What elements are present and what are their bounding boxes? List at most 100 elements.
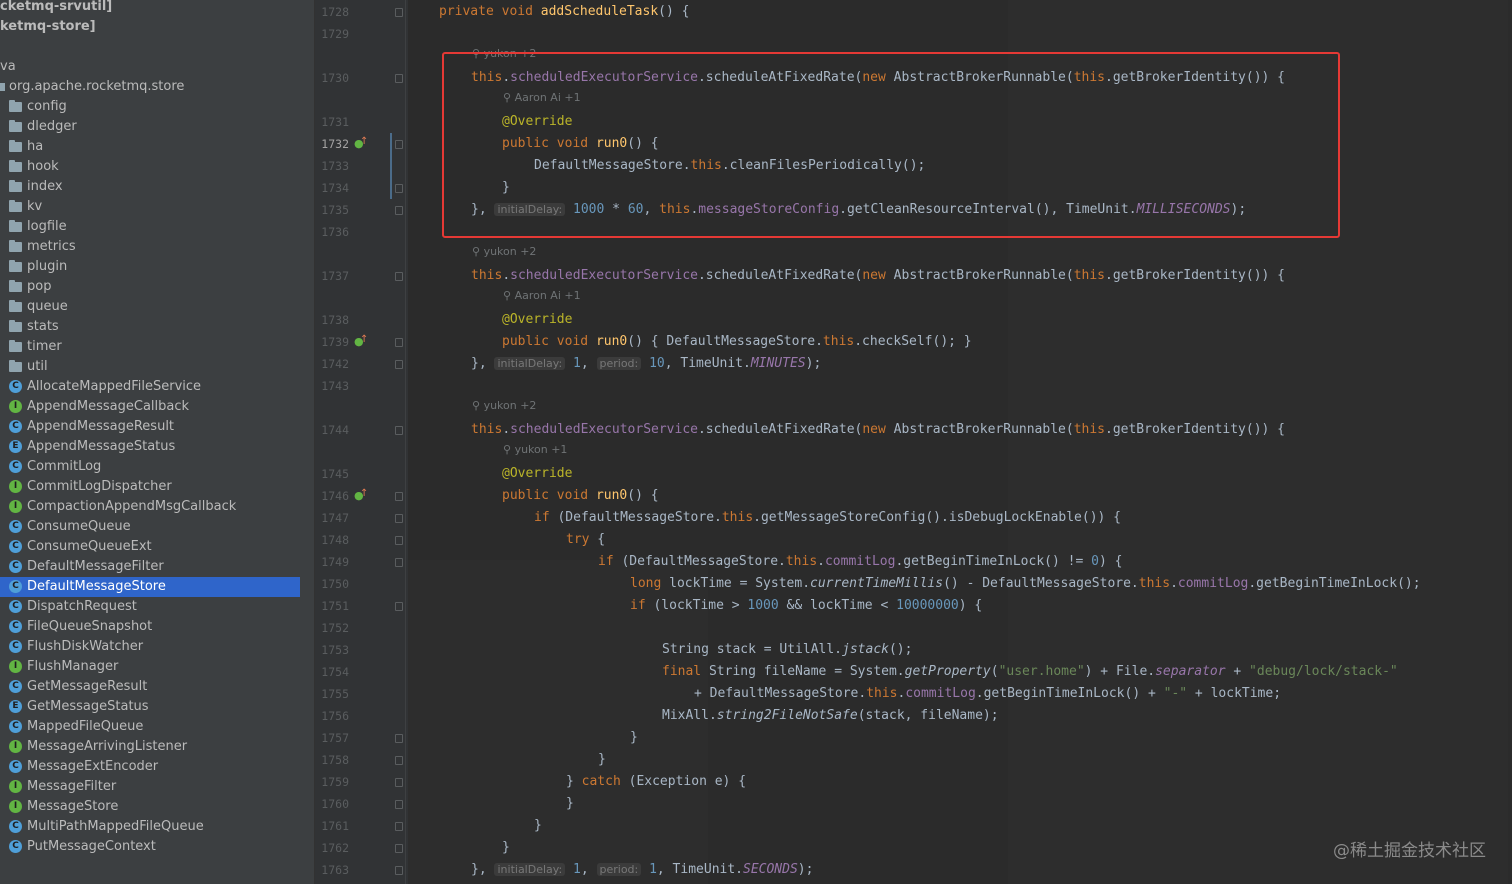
tree-item-label: plugin <box>27 259 68 274</box>
fold-marker-icon[interactable] <box>395 8 403 17</box>
blame-annotation[interactable]: ⚲ Aaron Ai +1 <box>503 287 581 305</box>
line-number: 1763 <box>321 863 349 877</box>
blame-annotation[interactable]: ⚲ yukon +2 <box>472 397 536 415</box>
code-line[interactable]: this.scheduledExecutorService.scheduleAt… <box>471 265 1285 287</box>
fold-marker-icon[interactable] <box>395 756 403 765</box>
fold-marker-icon[interactable] <box>395 602 403 611</box>
class-icon: C <box>9 560 22 573</box>
line-number: 1731 <box>321 115 349 129</box>
tree-item-class-selected[interactable]: C DefaultMessageStore <box>0 577 300 597</box>
line-number: 1754 <box>321 665 349 679</box>
tree-item-label: ConsumeQueueExt <box>27 539 152 554</box>
code-line[interactable]: } <box>534 815 542 837</box>
fold-marker-icon[interactable] <box>395 360 403 369</box>
override-method-icon[interactable]: ● <box>354 136 368 150</box>
fold-marker-icon[interactable] <box>395 536 403 545</box>
interface-icon: I <box>9 800 22 813</box>
tree-item-label: CommitLog <box>27 459 102 474</box>
interface-icon: I <box>9 660 22 673</box>
fold-marker-icon[interactable] <box>395 426 403 435</box>
code-line[interactable]: if (lockTime > 1000 && lockTime < 100000… <box>630 595 982 617</box>
fold-marker-icon[interactable] <box>395 74 403 83</box>
override-method-icon[interactable]: ● <box>354 488 368 502</box>
blame-annotation[interactable]: ⚲ yukon +2 <box>472 243 536 261</box>
class-icon: C <box>9 840 22 853</box>
code-line[interactable]: public void run0() { DefaultMessageStore… <box>502 331 972 353</box>
code-line[interactable]: if (DefaultMessageStore.this.getMessageS… <box>534 507 1121 529</box>
line-number: 1742 <box>321 357 349 371</box>
folder-icon <box>9 340 22 352</box>
line-number: 1738 <box>321 313 349 327</box>
fold-marker-icon[interactable] <box>395 272 403 281</box>
fold-marker-icon[interactable] <box>395 800 403 809</box>
tree-item-label: DefaultMessageFilter <box>27 559 164 574</box>
vcs-change-marker[interactable] <box>390 133 392 199</box>
line-number: 1735 <box>321 203 349 217</box>
code-line[interactable]: } <box>630 727 638 749</box>
fold-marker-icon[interactable] <box>395 734 403 743</box>
tree-item-label: va <box>0 59 16 74</box>
interface-icon: I <box>9 780 22 793</box>
tree-item-label: DispatchRequest <box>27 599 137 614</box>
folder-icon <box>9 260 22 272</box>
code-line[interactable]: long lockTime = System.currentTimeMillis… <box>630 573 1421 595</box>
line-number: 1755 <box>321 687 349 701</box>
line-number: 1749 <box>321 555 349 569</box>
code-line[interactable]: @Override <box>502 463 572 485</box>
line-number: 1761 <box>321 819 349 833</box>
code-line[interactable]: public void run0() { <box>502 485 659 507</box>
class-icon: C <box>9 420 22 433</box>
folder-icon <box>9 240 22 252</box>
code-line[interactable]: try { <box>566 529 605 551</box>
code-line[interactable]: } catch (Exception e) { <box>566 771 746 793</box>
tree-item-label: AllocateMappedFileService <box>27 379 202 394</box>
code-line[interactable]: if (DefaultMessageStore.this.commitLog.g… <box>598 551 1122 573</box>
class-icon: C <box>9 520 22 533</box>
code-line[interactable]: private void addScheduleTask() { <box>439 1 689 23</box>
tree-item-label: FileQueueSnapshot <box>27 619 153 634</box>
highlight-box <box>442 52 1340 238</box>
code-line[interactable]: + DefaultMessageStore.this.commitLog.get… <box>694 683 1281 705</box>
code-line[interactable]: }, initialDelay: 1, period: 10, TimeUnit… <box>471 353 821 375</box>
fold-marker-icon[interactable] <box>395 844 403 853</box>
tree-item-label: FlushManager <box>27 659 119 674</box>
fold-marker-icon[interactable] <box>395 822 403 831</box>
code-line[interactable]: } <box>566 793 574 815</box>
fold-marker-icon[interactable] <box>395 140 403 149</box>
blame-annotation[interactable]: ⚲ yukon +1 <box>503 441 567 459</box>
code-line[interactable]: } <box>502 837 510 859</box>
interface-icon: I <box>9 480 22 493</box>
fold-marker-icon[interactable] <box>395 514 403 523</box>
line-number: 1758 <box>321 753 349 767</box>
fold-marker-icon[interactable] <box>395 778 403 787</box>
fold-marker-icon[interactable] <box>395 492 403 501</box>
tree-item-label: GetMessageResult <box>27 679 148 694</box>
tree-item-label: timer <box>27 339 62 354</box>
line-number: 1752 <box>321 621 349 635</box>
code-line[interactable]: MixAll.string2FileNotSafe(stack, fileNam… <box>662 705 999 727</box>
enum-icon: E <box>9 440 22 453</box>
watermark: @稀土掘金技术社区 <box>1333 841 1486 861</box>
tree-item-label: AppendMessageResult <box>27 419 175 434</box>
line-number: 1748 <box>321 533 349 547</box>
code-line[interactable]: final String fileName = System.getProper… <box>662 661 1398 683</box>
fold-marker-icon[interactable] <box>395 866 403 875</box>
fold-marker-icon[interactable] <box>395 338 403 347</box>
line-number: 1732 <box>321 137 349 151</box>
override-method-icon[interactable]: ● <box>354 334 368 348</box>
line-number: 1750 <box>321 577 349 591</box>
line-number: 1751 <box>321 599 349 613</box>
fold-marker-icon[interactable] <box>395 184 403 193</box>
code-line[interactable]: @Override <box>502 309 572 331</box>
folder-icon <box>9 160 22 172</box>
class-icon: C <box>9 640 22 653</box>
fold-marker-icon[interactable] <box>395 558 403 567</box>
code-line[interactable]: String stack = UtilAll.jstack(); <box>662 639 912 661</box>
tree-item-label: cketmq-srvutil] <box>0 0 113 14</box>
code-line[interactable]: }, initialDelay: 1, period: 1, TimeUnit.… <box>471 859 813 881</box>
code-line[interactable]: } <box>598 749 606 771</box>
fold-marker-icon[interactable] <box>395 206 403 215</box>
folder-icon <box>9 200 22 212</box>
code-line[interactable]: this.scheduledExecutorService.scheduleAt… <box>471 419 1285 441</box>
editor-gutter: 1728 1729 1730 1731 1732 1733 1734 1735 1736 1737… <box>315 0 408 884</box>
